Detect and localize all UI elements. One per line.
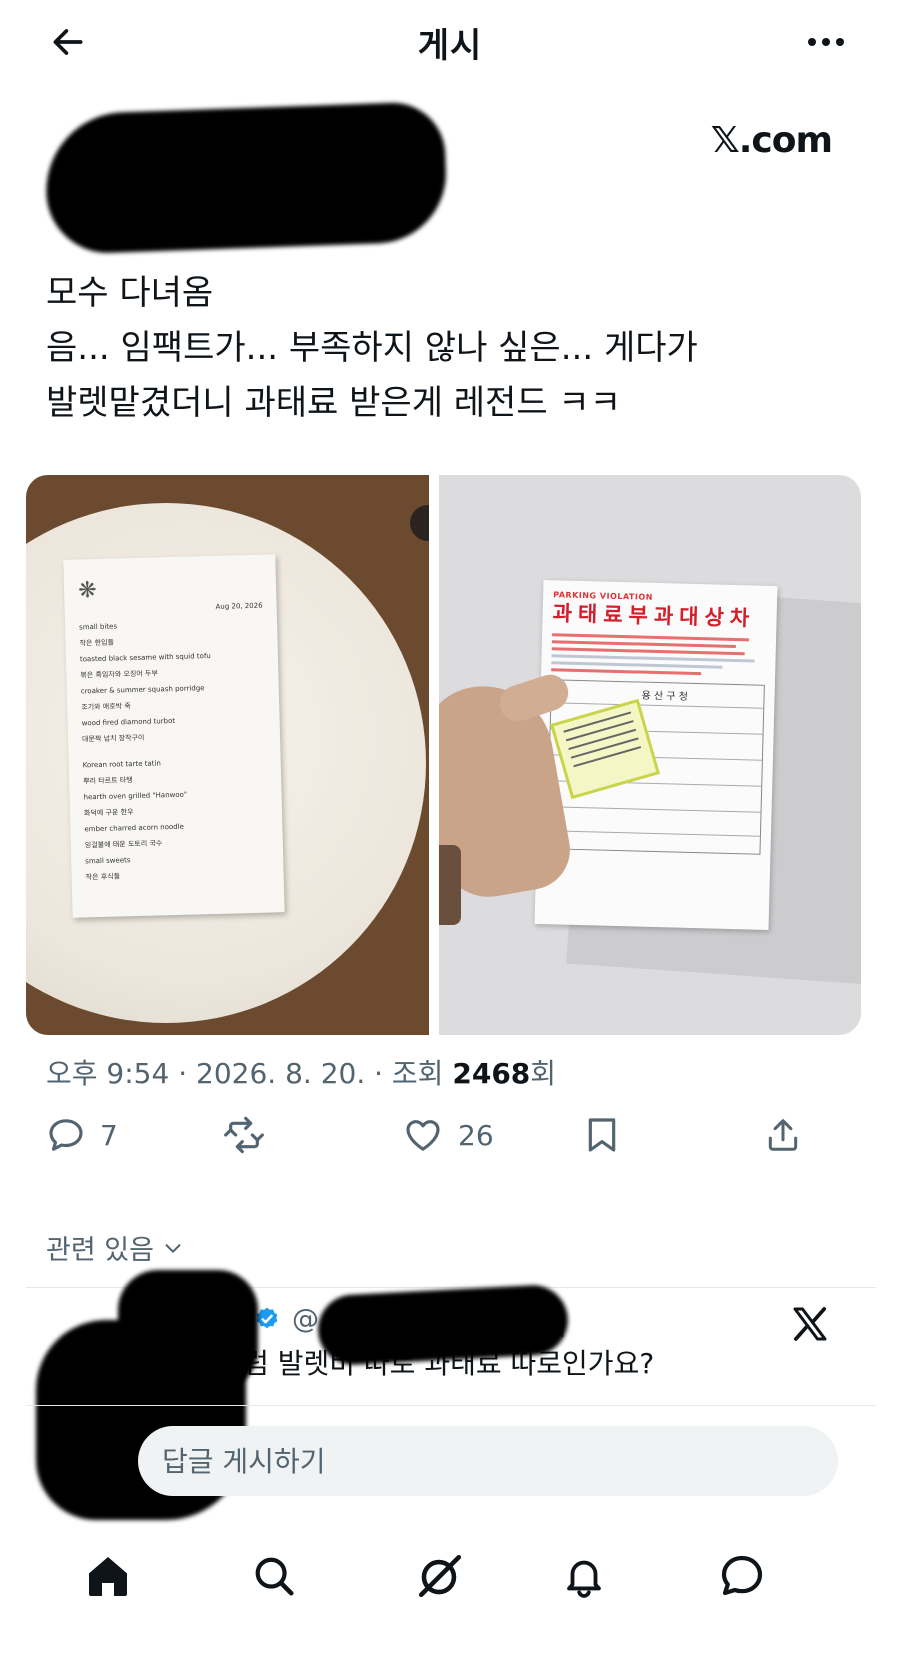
views-label: 조회 bbox=[391, 1057, 444, 1090]
ticket-title-kr: 과태료부과대상차 bbox=[552, 601, 756, 631]
post-text-line: 모수 다녀옴 bbox=[46, 273, 214, 313]
repost-button[interactable] bbox=[222, 1110, 266, 1160]
post-time: 오후 9:54 bbox=[46, 1057, 170, 1090]
more-options-button[interactable] bbox=[802, 20, 850, 64]
bookmark-button[interactable] bbox=[584, 1110, 620, 1160]
menu-card: ❋ Aug 20, 2026 small bites 작은 한입들 toaste… bbox=[63, 554, 285, 918]
views-suffix: 회 bbox=[530, 1057, 557, 1090]
post-text: 모수 다녀옴 음... 임팩트가... 부족하지 않나 싶은... 게다가 발렛… bbox=[46, 266, 866, 431]
share-button[interactable] bbox=[764, 1110, 802, 1160]
nav-home[interactable] bbox=[78, 1546, 138, 1606]
nav-notifications[interactable] bbox=[554, 1546, 614, 1606]
reply-handle: @ bbox=[292, 1304, 319, 1335]
redacted-username bbox=[316, 1283, 570, 1367]
home-icon bbox=[89, 1557, 127, 1596]
notifications-icon bbox=[567, 1560, 601, 1598]
x-logo-icon bbox=[793, 1307, 827, 1341]
page-title: 게시 bbox=[417, 26, 483, 66]
reply-input-container bbox=[138, 1426, 838, 1496]
post-image-ticket[interactable]: PARKING VIOLATION 과태료부과대상차 용 산 구 청 bbox=[439, 475, 861, 1035]
nav-grok[interactable] bbox=[410, 1546, 470, 1606]
chevron-down-icon bbox=[165, 1243, 181, 1253]
ticket-table-header: 용 산 구 청 bbox=[641, 690, 689, 703]
bottom-nav bbox=[0, 1536, 900, 1616]
like-count: 26 bbox=[458, 1118, 494, 1152]
like-icon bbox=[406, 1120, 440, 1151]
views-count: 2468 bbox=[452, 1057, 531, 1090]
related-sort-button[interactable]: 관련 있음 bbox=[46, 1228, 184, 1267]
menu-item: 작은 후식들 bbox=[85, 872, 121, 882]
messages-icon bbox=[721, 1555, 763, 1596]
share-icon bbox=[768, 1119, 798, 1151]
action-bar: 7 26 bbox=[0, 1110, 900, 1160]
reply-input[interactable] bbox=[138, 1426, 838, 1496]
post-text-line: 음... 임팩트가... 부족하지 않나 싶은... 게다가 bbox=[46, 328, 698, 368]
ticket-body bbox=[551, 633, 766, 677]
repost-icon bbox=[224, 1116, 264, 1154]
related-label: 관련 있음 bbox=[46, 1235, 154, 1266]
bookmark-icon bbox=[588, 1118, 616, 1152]
watermark: 𝕏.com bbox=[710, 120, 833, 161]
like-button[interactable]: 26 bbox=[402, 1110, 494, 1160]
reply-count: 7 bbox=[100, 1118, 118, 1152]
top-bar: 게시 bbox=[0, 0, 900, 82]
post-text-line: 발렛맡겼더니 과태료 받은게 레전드 ㅋㅋ bbox=[46, 383, 621, 423]
reply-button[interactable]: 7 bbox=[46, 1110, 118, 1160]
post-meta: 오후 9:54 · 2026. 8. 20. · 조회 2468회 bbox=[46, 1057, 557, 1090]
menu-logo-icon: ❋ bbox=[77, 577, 97, 604]
nav-messages[interactable] bbox=[712, 1546, 772, 1606]
more-horizontal-icon bbox=[808, 38, 844, 46]
grok-icon bbox=[418, 1554, 462, 1598]
table-knob bbox=[410, 505, 429, 541]
nav-search[interactable] bbox=[244, 1546, 304, 1606]
watch bbox=[439, 845, 461, 925]
post-date: 2026. 8. 20. bbox=[196, 1057, 366, 1090]
menu-date: Aug 20, 2026 bbox=[215, 601, 263, 611]
redacted-author bbox=[43, 101, 449, 255]
search-icon bbox=[255, 1557, 294, 1596]
reply-icon bbox=[49, 1119, 83, 1151]
divider bbox=[26, 1405, 876, 1406]
post-image-menu[interactable]: ❋ Aug 20, 2026 small bites 작은 한입들 toaste… bbox=[26, 475, 429, 1035]
